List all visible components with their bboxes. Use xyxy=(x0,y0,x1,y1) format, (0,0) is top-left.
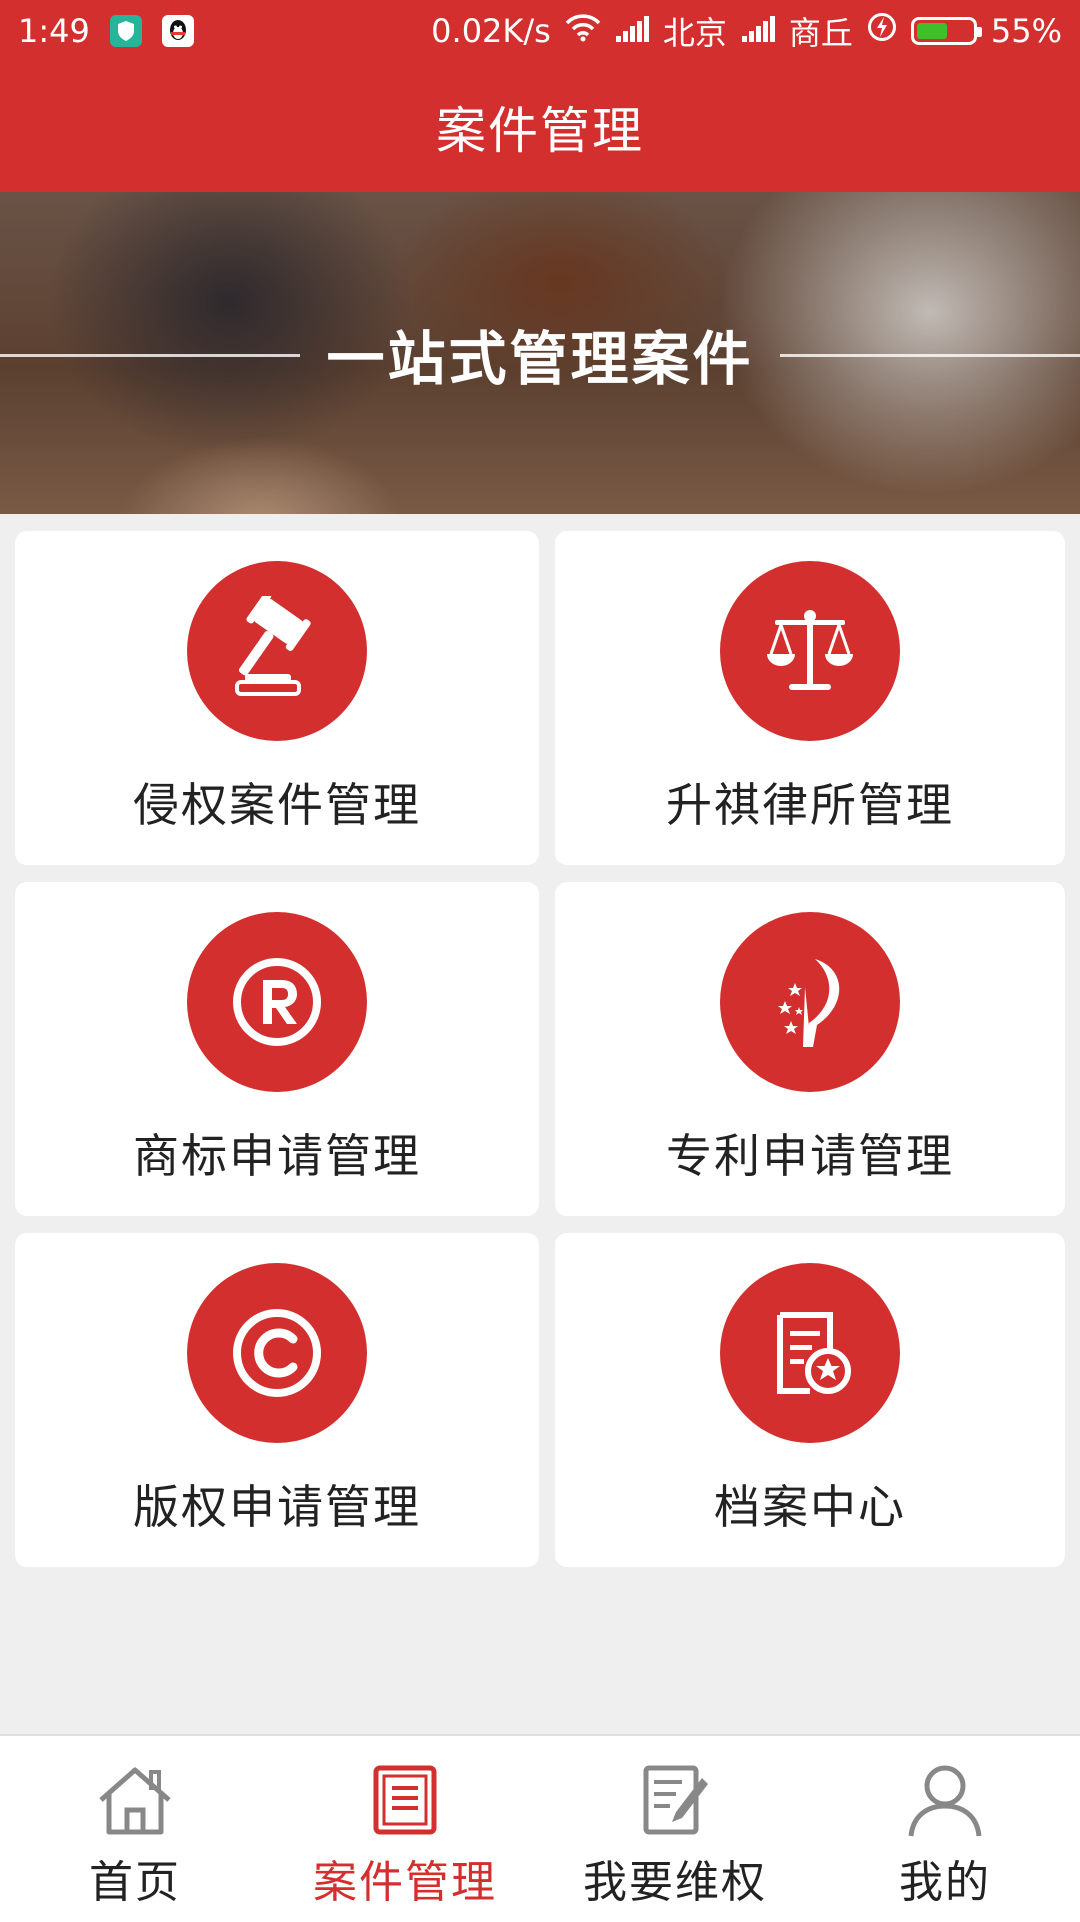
signal-icon xyxy=(615,12,649,50)
security-app-icon xyxy=(109,15,142,47)
qq-icon xyxy=(161,15,194,47)
archive-document-icon xyxy=(777,1312,851,1394)
card-patent-application[interactable]: 专利申请管理 xyxy=(555,882,1065,1216)
card-copyright-application[interactable]: 版权申请管理 xyxy=(15,1233,539,1567)
wifi-icon xyxy=(565,12,601,50)
battery-fill xyxy=(916,23,947,39)
icon-circle xyxy=(720,1263,900,1443)
page-title-bar: 案件管理 xyxy=(0,62,1080,192)
icon-circle xyxy=(720,912,900,1092)
status-bar: 1:49 0.02K/s 北京 商丘 55% xyxy=(0,0,1080,62)
carrier-1: 北京 xyxy=(662,14,727,52)
card-law-firm[interactable]: 升祺律所管理 xyxy=(555,531,1065,865)
icon-circle xyxy=(187,561,367,741)
card-label: 版权申请管理 xyxy=(133,1480,421,1534)
nav-label: 我的 xyxy=(899,1857,991,1908)
case-list-icon xyxy=(363,1758,447,1842)
battery-percent: 55% xyxy=(990,12,1062,50)
card-trademark-application[interactable]: 商标申请管理 xyxy=(15,882,539,1216)
patent-emblem-icon xyxy=(778,959,840,1047)
charging-icon xyxy=(867,12,897,50)
card-label: 升祺律所管理 xyxy=(666,778,954,832)
user-icon xyxy=(903,1758,987,1842)
bottom-nav: 首页 案件管理 我要维权 我的 xyxy=(0,1734,1080,1922)
signal-icon xyxy=(741,12,775,50)
card-label: 档案中心 xyxy=(714,1480,906,1534)
nav-rights-protection[interactable]: 我要维权 xyxy=(540,1736,810,1922)
banner-title: 一站式管理案件 xyxy=(326,325,754,393)
registered-trademark-icon xyxy=(233,958,321,1046)
carrier-2: 商丘 xyxy=(788,14,853,52)
card-archive-center[interactable]: 档案中心 xyxy=(555,1233,1065,1567)
page-title: 案件管理 xyxy=(436,102,644,160)
nav-label: 我要维权 xyxy=(583,1857,767,1908)
icon-circle xyxy=(187,1263,367,1443)
home-icon xyxy=(93,1758,177,1842)
nav-label: 案件管理 xyxy=(313,1857,497,1908)
card-infringement-case[interactable]: 侵权案件管理 xyxy=(15,531,539,865)
status-time: 1:49 xyxy=(18,12,90,50)
card-label: 侵权案件管理 xyxy=(133,778,421,832)
nav-case-management[interactable]: 案件管理 xyxy=(270,1736,540,1922)
nav-profile[interactable]: 我的 xyxy=(810,1736,1080,1922)
icon-circle xyxy=(187,912,367,1092)
nav-home[interactable]: 首页 xyxy=(0,1736,270,1922)
network-speed: 0.02K/s xyxy=(431,12,551,50)
battery-icon xyxy=(910,17,982,45)
card-label: 商标申请管理 xyxy=(133,1129,421,1183)
gavel-icon xyxy=(235,596,311,696)
edit-document-icon xyxy=(633,1758,717,1842)
copyright-icon xyxy=(233,1309,321,1397)
card-label: 专利申请管理 xyxy=(666,1129,954,1183)
icon-circle xyxy=(720,561,900,741)
banner: 一站式管理案件 xyxy=(0,192,1080,514)
scales-icon xyxy=(767,610,853,690)
nav-label: 首页 xyxy=(89,1857,181,1908)
